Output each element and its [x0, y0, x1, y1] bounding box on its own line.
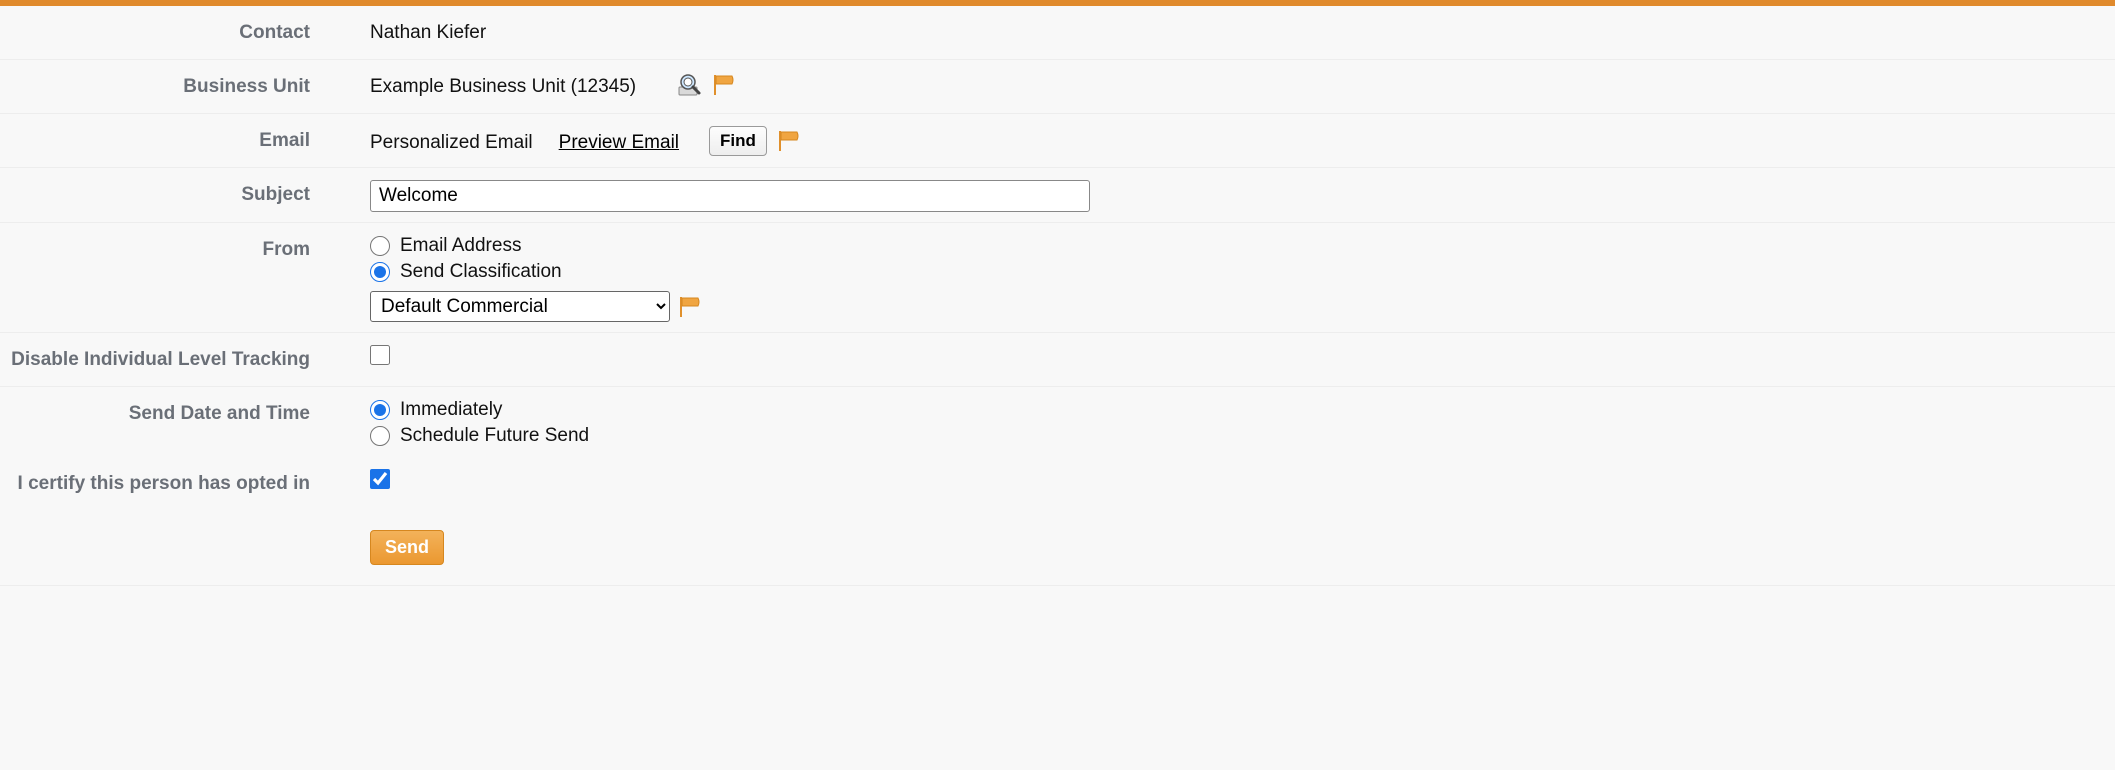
- row-send: Send: [0, 511, 2115, 586]
- radio-email-address[interactable]: [370, 236, 390, 256]
- radio-label-email-address: Email Address: [400, 235, 521, 257]
- certify-checkbox[interactable]: [370, 469, 390, 489]
- disable-tracking-checkbox[interactable]: [370, 345, 390, 365]
- send-option-immediately[interactable]: Immediately: [370, 399, 589, 421]
- radio-label-send-classification: Send Classification: [400, 261, 562, 283]
- label-subject: Subject: [0, 178, 370, 206]
- flag-icon[interactable]: [777, 130, 801, 152]
- row-email: Email Personalized Email Preview Email F…: [0, 114, 2115, 168]
- from-option-send-classification[interactable]: Send Classification: [370, 261, 702, 283]
- label-business-unit: Business Unit: [0, 70, 370, 98]
- business-unit-name: Example Business Unit (12345): [370, 72, 636, 98]
- label-send-date: Send Date and Time: [0, 397, 370, 425]
- row-business-unit: Business Unit Example Business Unit (123…: [0, 60, 2115, 114]
- search-icon[interactable]: [676, 72, 702, 98]
- email-send-form: Contact Nathan Kiefer Business Unit Exam…: [0, 6, 2115, 586]
- radio-label-immediately: Immediately: [400, 399, 502, 421]
- radio-schedule[interactable]: [370, 426, 390, 446]
- row-send-date: Send Date and Time Immediately Schedule …: [0, 387, 2115, 457]
- classification-select[interactable]: Default Commercial: [370, 291, 670, 322]
- send-option-schedule[interactable]: Schedule Future Send: [370, 425, 589, 447]
- row-certify: I certify this person has opted in: [0, 457, 2115, 511]
- label-disable-tracking: Disable Individual Level Tracking: [0, 343, 370, 371]
- label-certify: I certify this person has opted in: [0, 467, 370, 495]
- row-subject: Subject: [0, 168, 2115, 223]
- label-from: From: [0, 233, 370, 261]
- radio-label-schedule: Schedule Future Send: [400, 425, 589, 447]
- radio-immediately[interactable]: [370, 400, 390, 420]
- flag-icon[interactable]: [678, 296, 702, 318]
- email-type: Personalized Email: [370, 128, 533, 154]
- find-button[interactable]: Find: [709, 126, 767, 156]
- subject-input[interactable]: [370, 180, 1090, 212]
- label-contact: Contact: [0, 16, 370, 44]
- send-button[interactable]: Send: [370, 530, 444, 565]
- radio-send-classification[interactable]: [370, 262, 390, 282]
- row-from: From Email Address Send Classification D…: [0, 223, 2115, 333]
- flag-icon[interactable]: [712, 74, 736, 96]
- row-disable-tracking: Disable Individual Level Tracking: [0, 333, 2115, 387]
- row-contact: Contact Nathan Kiefer: [0, 6, 2115, 60]
- preview-email-link[interactable]: Preview Email: [559, 128, 679, 154]
- from-option-email-address[interactable]: Email Address: [370, 235, 702, 257]
- contact-name: Nathan Kiefer: [370, 18, 486, 44]
- label-email: Email: [0, 124, 370, 152]
